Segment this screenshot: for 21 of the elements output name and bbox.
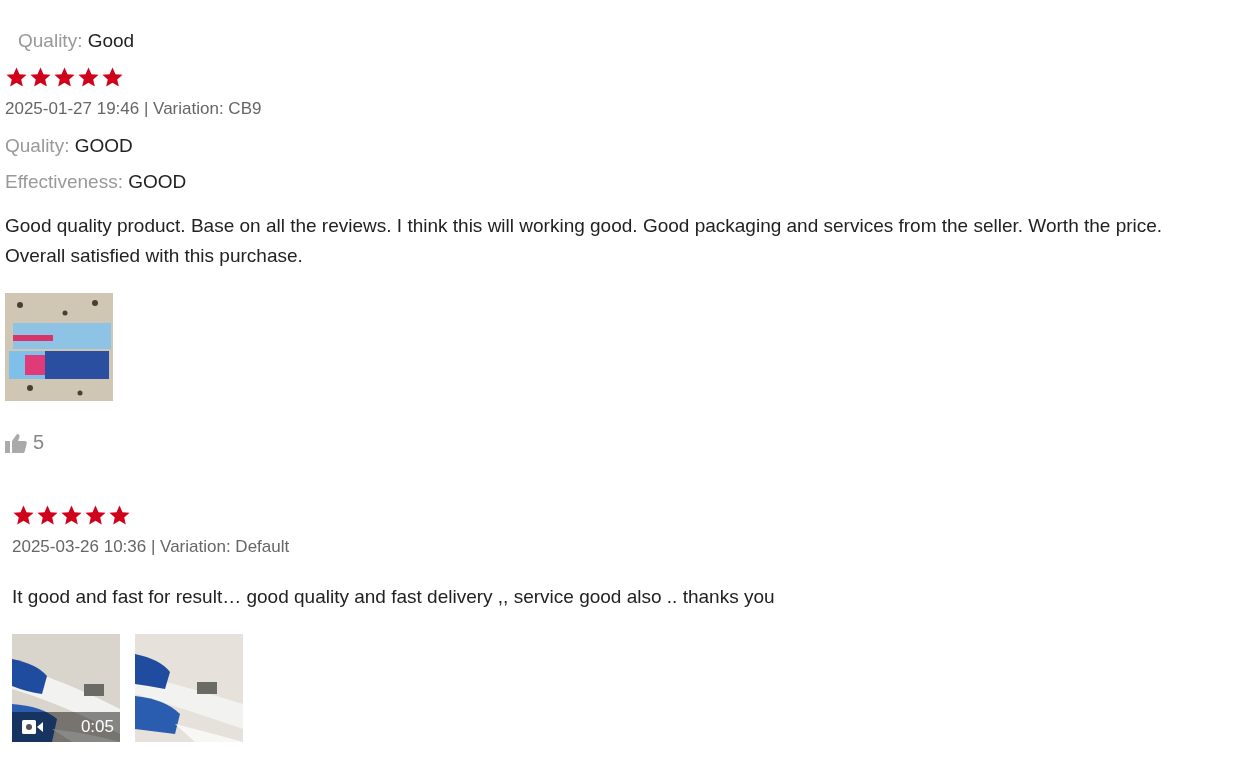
review-meta: 2025-01-27 19:46 | Variation: CB9	[5, 99, 262, 119]
star-icon	[5, 66, 28, 89]
star-icon	[53, 66, 76, 89]
video-duration: 0:05	[80, 717, 114, 737]
star-icon	[36, 504, 59, 527]
review-meta: 2025-03-26 10:36 | Variation: Default	[12, 537, 290, 557]
star-icon	[108, 504, 131, 527]
star-icon	[77, 66, 100, 89]
review-attribute: Effectiveness: GOOD	[5, 171, 187, 193]
review-attribute: Quality: Good	[18, 30, 135, 52]
star-icon	[60, 504, 83, 527]
star-icon	[84, 504, 107, 527]
star-icon	[29, 66, 52, 89]
star-icon	[101, 66, 124, 89]
thumbs-up-icon[interactable]	[5, 432, 27, 453]
review-text: Good quality product. Base on all the reviews. I think this will working good. Good packaging and services from the seller. Worth the price. Overall satisfied with this purchase.	[5, 214, 1164, 268]
video-camera-icon	[22, 720, 44, 734]
star-icon	[12, 504, 35, 527]
review-attribute: Quality: GOOD	[5, 135, 133, 157]
like-count: 5	[33, 431, 45, 454]
review-text: It good and fast for result… good quality and fast delivery ,, service good also .. thanks you	[12, 585, 776, 609]
